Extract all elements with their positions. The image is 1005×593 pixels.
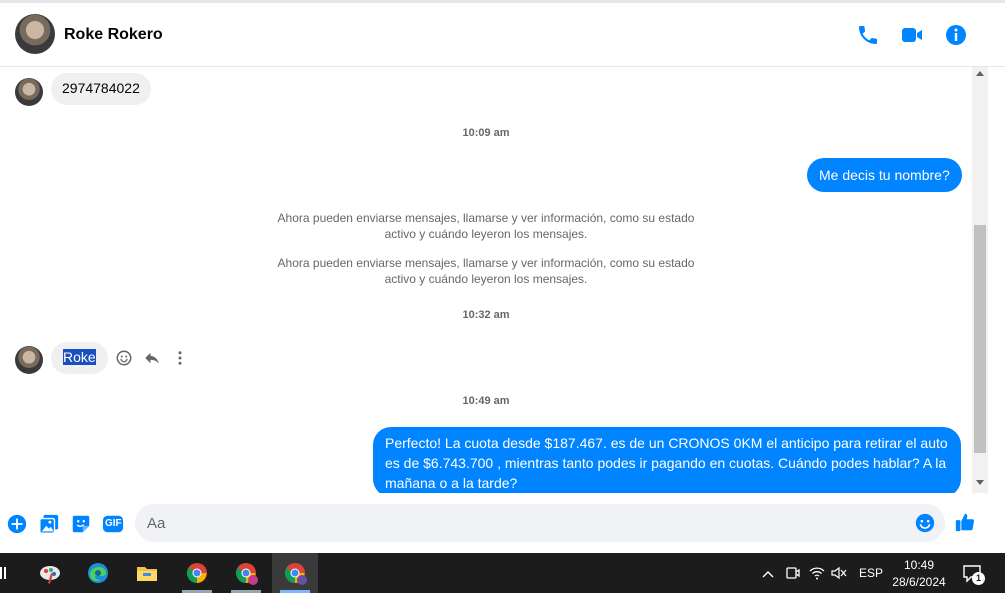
message-bubble-outgoing[interactable]: Me decis tu nombre? bbox=[807, 158, 962, 192]
taskbar-app-edge[interactable] bbox=[75, 553, 121, 593]
system-notice-line: activo y cuándo leyeron los mensajes. bbox=[384, 227, 588, 241]
sender-avatar[interactable] bbox=[15, 346, 43, 374]
gif-icon[interactable]: GIF bbox=[102, 513, 124, 535]
sticker-icon[interactable] bbox=[70, 513, 92, 535]
taskbar-app-file-explorer[interactable] bbox=[124, 553, 170, 593]
message-composer: GIF bbox=[0, 493, 1005, 553]
reply-icon[interactable] bbox=[143, 349, 161, 367]
page-scrollbar[interactable] bbox=[988, 67, 1005, 553]
phone-icon[interactable] bbox=[856, 23, 880, 47]
more-options-icon[interactable] bbox=[171, 349, 189, 367]
contact-avatar[interactable] bbox=[15, 14, 55, 54]
gif-label: GIF bbox=[105, 518, 122, 529]
notification-badge: 1 bbox=[972, 572, 985, 585]
react-emoji-icon[interactable] bbox=[115, 349, 133, 367]
timestamp: 10:09 am bbox=[462, 127, 510, 139]
message-bubble-incoming[interactable]: Roke bbox=[51, 342, 108, 374]
conversation-header: Roke Rokero bbox=[0, 0, 1005, 67]
photo-icon[interactable] bbox=[38, 513, 60, 535]
chrome-icon bbox=[186, 563, 207, 584]
emoji-icon[interactable] bbox=[914, 512, 936, 534]
clock-date: 28/6/2024 bbox=[892, 575, 946, 589]
system-notice: Ahora pueden enviarse mensajes, llamarse… bbox=[270, 210, 702, 242]
message-text: Roke bbox=[63, 349, 96, 365]
message-bubble-outgoing[interactable]: Perfecto! La cuota desde $187.467. es de… bbox=[373, 427, 961, 493]
message-text-line: Perfecto! La cuota desde $187.467. es de… bbox=[385, 435, 948, 451]
wifi-icon[interactable] bbox=[809, 565, 825, 581]
system-notice: Ahora pueden enviarse mensajes, llamarse… bbox=[270, 255, 702, 287]
language-indicator[interactable]: ESP bbox=[859, 566, 883, 582]
timestamp: 10:49 am bbox=[462, 395, 510, 407]
message-text-line: mañana o a la tarde? bbox=[385, 475, 518, 491]
meet-now-icon[interactable] bbox=[785, 565, 801, 581]
folder-icon bbox=[137, 567, 157, 581]
message-bubble-incoming[interactable]: 2974784022 bbox=[51, 73, 151, 105]
taskbar-app-chrome-active[interactable] bbox=[272, 553, 318, 593]
message-text: Me decis tu nombre? bbox=[819, 167, 950, 183]
chrome-profile-icon bbox=[235, 563, 258, 585]
system-notice-line: Ahora pueden enviarse mensajes, llamarse… bbox=[277, 256, 695, 270]
taskbar-app-chrome[interactable] bbox=[174, 553, 220, 593]
sender-avatar[interactable] bbox=[15, 78, 43, 106]
scrollbar-thumb[interactable] bbox=[974, 225, 986, 453]
contact-name[interactable]: Roke Rokero bbox=[64, 26, 163, 44]
scroll-up-arrow-icon[interactable] bbox=[976, 71, 984, 76]
edge-icon bbox=[88, 563, 108, 583]
info-icon[interactable] bbox=[944, 23, 968, 47]
taskbar-clock[interactable]: 10:49 28/6/2024 bbox=[888, 557, 950, 591]
taskbar-app-paint[interactable] bbox=[27, 553, 73, 593]
timestamp: 10:32 am bbox=[462, 309, 510, 321]
message-list[interactable]: 2974784022 10:09 am Me decis tu nombre? … bbox=[0, 67, 972, 493]
task-view-icon[interactable] bbox=[0, 565, 8, 581]
windows-taskbar: ESP 10:49 28/6/2024 1 bbox=[0, 553, 1005, 593]
message-input-box[interactable] bbox=[135, 504, 945, 542]
scroll-down-arrow-icon[interactable] bbox=[976, 480, 984, 485]
message-text: 2974784022 bbox=[62, 80, 140, 96]
system-notice-line: activo y cuándo leyeron los mensajes. bbox=[384, 272, 588, 286]
messenger-window: Roke Rokero 2974784022 10:09 am Me decis… bbox=[0, 0, 1005, 593]
notification-center-icon[interactable]: 1 bbox=[962, 563, 985, 585]
chrome-profile-icon bbox=[284, 563, 307, 585]
taskbar-app-chrome-profile[interactable] bbox=[223, 553, 269, 593]
message-text-line: es de $6.743.700 , mientras tanto podes … bbox=[385, 455, 947, 471]
system-notice-line: Ahora pueden enviarse mensajes, llamarse… bbox=[277, 211, 695, 225]
video-icon[interactable] bbox=[900, 23, 924, 47]
message-list-scrollbar[interactable] bbox=[972, 67, 988, 493]
paint-icon bbox=[40, 566, 60, 584]
message-input[interactable] bbox=[147, 513, 907, 533]
volume-muted-icon[interactable] bbox=[831, 565, 847, 581]
plus-icon[interactable] bbox=[6, 513, 28, 535]
like-icon[interactable] bbox=[954, 511, 978, 535]
show-hidden-icons-chevron-icon[interactable] bbox=[762, 567, 774, 579]
clock-time: 10:49 bbox=[903, 558, 935, 572]
